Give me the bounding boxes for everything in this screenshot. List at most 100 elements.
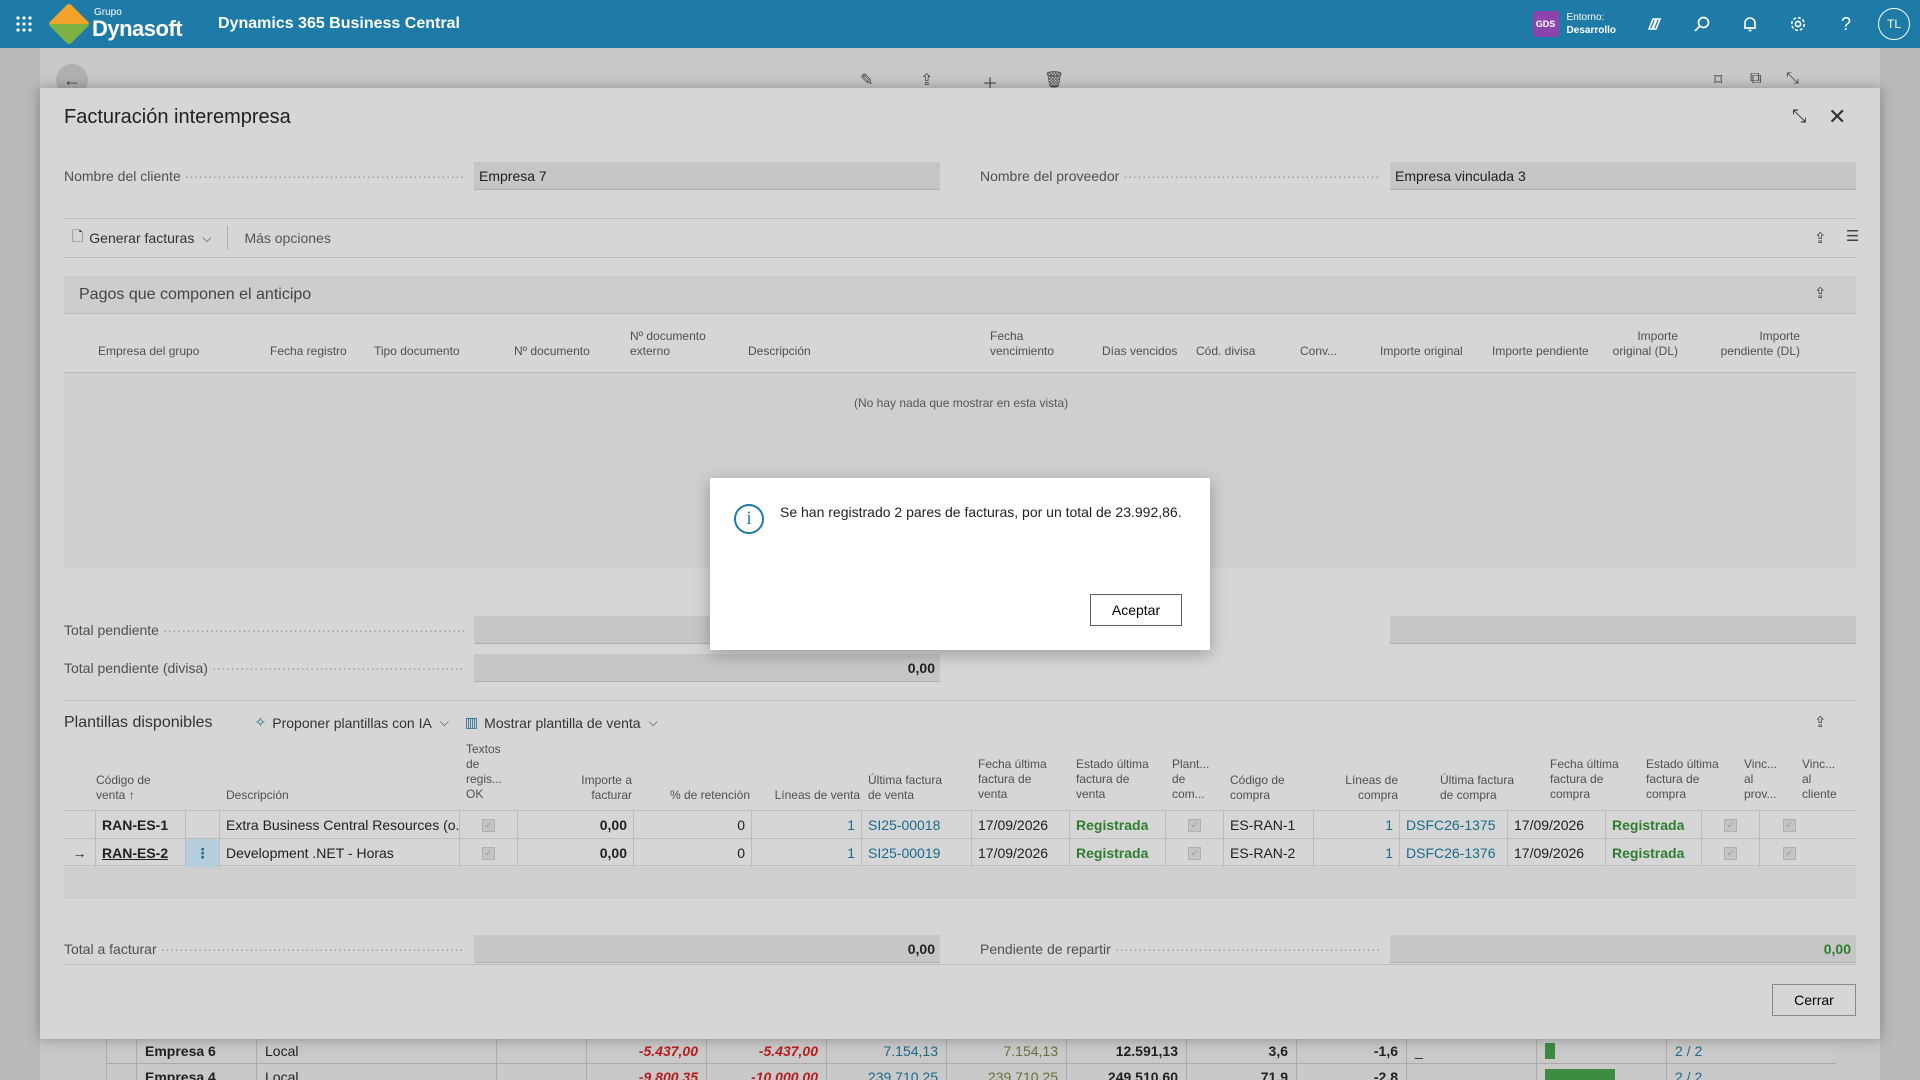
collapse-icon[interactable]: ⤡	[1792, 106, 1806, 127]
column-header[interactable]: Vinc... al cliente	[1802, 757, 1844, 802]
sales-lines[interactable]: 1	[752, 839, 862, 867]
purchase-lines[interactable]: 1	[1314, 811, 1400, 839]
row-selector[interactable]: →	[64, 839, 96, 867]
last-sales-invoice[interactable]: SI25-00019	[862, 839, 972, 867]
column-header[interactable]: Fecha registro	[270, 344, 347, 359]
share-icon[interactable]: ⇪	[1814, 713, 1827, 731]
customer-name-label: Nombre del cliente ·····················…	[64, 168, 464, 184]
column-header[interactable]: Fecha vencimiento	[990, 329, 1070, 359]
purchase-code[interactable]: ES-RAN-1	[1224, 811, 1314, 839]
vendor-name-label-text: Nombre del proveedor	[980, 168, 1120, 184]
purchase-code[interactable]: ES-RAN-2	[1224, 839, 1314, 867]
product-name[interactable]: Dynamics 365 Business Central	[218, 15, 460, 33]
column-header[interactable]: Código de venta ↑	[96, 773, 160, 803]
environment-info: Entorno: Desarrollo	[1567, 11, 1616, 37]
purchase-lines[interactable]: 1	[1314, 839, 1400, 867]
column-header[interactable]: Descripción	[226, 788, 289, 803]
column-header[interactable]: Última factura de venta	[868, 773, 948, 803]
close-icon[interactable]: ✕	[1828, 104, 1846, 130]
column-header[interactable]: Estado última factura de compra	[1646, 757, 1726, 802]
table-row[interactable]: → RAN-ES-2 ⋮ Development .NET - Horas ✓ …	[64, 838, 1856, 867]
chevron-down-icon[interactable]: ⌵	[440, 715, 449, 730]
column-header[interactable]: Última factura de compra	[1440, 773, 1524, 803]
company-logo[interactable]: Grupo Dynasoft	[47, 2, 184, 46]
description[interactable]: Extra Business Central Resources (o...	[220, 811, 460, 839]
logo-diamond-icon	[47, 2, 91, 46]
row-selector[interactable]	[64, 811, 96, 839]
description[interactable]: Development .NET - Horas	[220, 839, 460, 867]
show-sales-template-button[interactable]: ▥ Mostrar plantilla de venta ⌵	[457, 714, 666, 731]
column-header[interactable]: Importe pendiente	[1492, 344, 1589, 359]
bookmark-icon: ⌑	[1714, 72, 1723, 89]
purchase-template-checkbox[interactable]: ✓	[1188, 846, 1201, 860]
column-header[interactable]: Plant... de com...	[1172, 757, 1214, 802]
column-header[interactable]: Fecha última factura de compra	[1550, 757, 1630, 802]
column-header[interactable]: Importe original (DL)	[1598, 329, 1678, 359]
purchase-template-checkbox[interactable]: ✓	[1188, 818, 1201, 832]
row-menu-icon[interactable]: ⋮	[186, 839, 220, 867]
close-button[interactable]: Cerrar	[1772, 984, 1856, 1016]
retention-pct[interactable]: 0	[634, 839, 752, 867]
more-options-button[interactable]: Más opciones	[236, 230, 338, 246]
column-header[interactable]: Textos de regis... OK	[466, 742, 506, 802]
search-icon[interactable]	[1678, 0, 1726, 48]
column-header[interactable]: Importe a facturar	[560, 773, 632, 803]
column-header[interactable]: Cód. divisa	[1196, 344, 1255, 359]
chevron-down-icon[interactable]: ⌵	[202, 231, 211, 246]
sales-code[interactable]: RAN-ES-2	[96, 839, 186, 867]
column-header[interactable]: Código de compra	[1230, 773, 1294, 803]
table-row[interactable]: RAN-ES-1 Extra Business Central Resource…	[64, 810, 1856, 839]
share-icon[interactable]: ⇪	[1814, 229, 1827, 247]
propose-templates-ai-button[interactable]: ✧ Proponer plantillas con IA ⌵	[247, 714, 457, 731]
bell-icon[interactable]	[1726, 0, 1774, 48]
column-header[interactable]: Estado última factura de venta	[1076, 757, 1156, 802]
last-purchase-invoice[interactable]: DSFC26-1376	[1400, 839, 1508, 867]
gear-icon[interactable]	[1774, 0, 1822, 48]
environment-label: Entorno:	[1566, 12, 1605, 23]
generate-invoices-button[interactable]: 🗋 Generar facturas ⌵	[64, 226, 219, 250]
column-header[interactable]: Vinc... al prov...	[1744, 757, 1784, 802]
column-header[interactable]: Importe pendiente (DL)	[1704, 329, 1800, 359]
brand-name: Dynasoft	[92, 16, 183, 41]
retention-pct[interactable]: 0	[634, 811, 752, 839]
table-row: Empresa 6 Local -5.437,00 -5.437,00 7.15…	[106, 1037, 1836, 1064]
linked-vendor-checkbox[interactable]: ✓	[1724, 818, 1737, 832]
linked-customer-checkbox[interactable]: ✓	[1782, 846, 1796, 860]
posting-texts-checkbox[interactable]: ✓	[482, 846, 495, 860]
last-purchase-invoice[interactable]: DSFC26-1375	[1400, 811, 1508, 839]
user-avatar[interactable]: TL	[1878, 8, 1910, 40]
row-menu[interactable]	[186, 811, 220, 839]
column-header[interactable]: Descripción	[748, 344, 811, 359]
help-icon[interactable]: ?	[1822, 0, 1870, 48]
column-header[interactable]: Nº documento externo	[630, 329, 720, 359]
propose-templates-ai-label: Proponer plantillas con IA	[272, 714, 432, 731]
accept-button[interactable]: Aceptar	[1090, 594, 1182, 626]
document-icon: 🗋	[72, 228, 84, 244]
column-header[interactable]: Empresa del grupo	[98, 344, 199, 359]
list-view-icon[interactable]: ☰	[1846, 227, 1859, 245]
column-header[interactable]: Tipo documento	[374, 344, 460, 359]
bg-type: Local	[256, 1063, 496, 1080]
copilot-icon[interactable]	[1630, 0, 1678, 48]
column-header[interactable]: Líneas de compra	[1342, 773, 1398, 803]
message-dialog: i Se han registrado 2 pares de facturas,…	[710, 478, 1210, 650]
linked-customer-checkbox[interactable]: ✓	[1782, 818, 1796, 832]
sales-lines[interactable]: 1	[752, 811, 862, 839]
sales-code[interactable]: RAN-ES-1	[96, 811, 186, 839]
column-header[interactable]: % de retención	[654, 788, 750, 803]
last-sales-invoice[interactable]: SI25-00018	[862, 811, 972, 839]
linked-vendor-checkbox[interactable]: ✓	[1724, 846, 1737, 860]
amount-to-invoice[interactable]: 0,00	[518, 839, 634, 867]
chevron-down-icon[interactable]: ⌵	[649, 715, 658, 730]
column-header[interactable]: Líneas de venta	[760, 788, 860, 803]
posting-texts-checkbox[interactable]: ✓	[482, 818, 495, 832]
column-header[interactable]: Días vencidos	[1102, 344, 1177, 359]
action-bar: 🗋 Generar facturas ⌵ Más opciones ⇪ ☰	[64, 218, 1859, 258]
share-icon[interactable]: ⇪	[1814, 284, 1827, 302]
column-header[interactable]: Nº documento	[514, 344, 590, 359]
app-launcher-icon[interactable]	[0, 0, 48, 48]
column-header[interactable]: Importe original	[1380, 344, 1463, 359]
column-header[interactable]: Conv...	[1300, 344, 1337, 359]
amount-to-invoice[interactable]: 0,00	[518, 811, 634, 839]
column-header[interactable]: Fecha última factura de venta	[978, 757, 1050, 802]
